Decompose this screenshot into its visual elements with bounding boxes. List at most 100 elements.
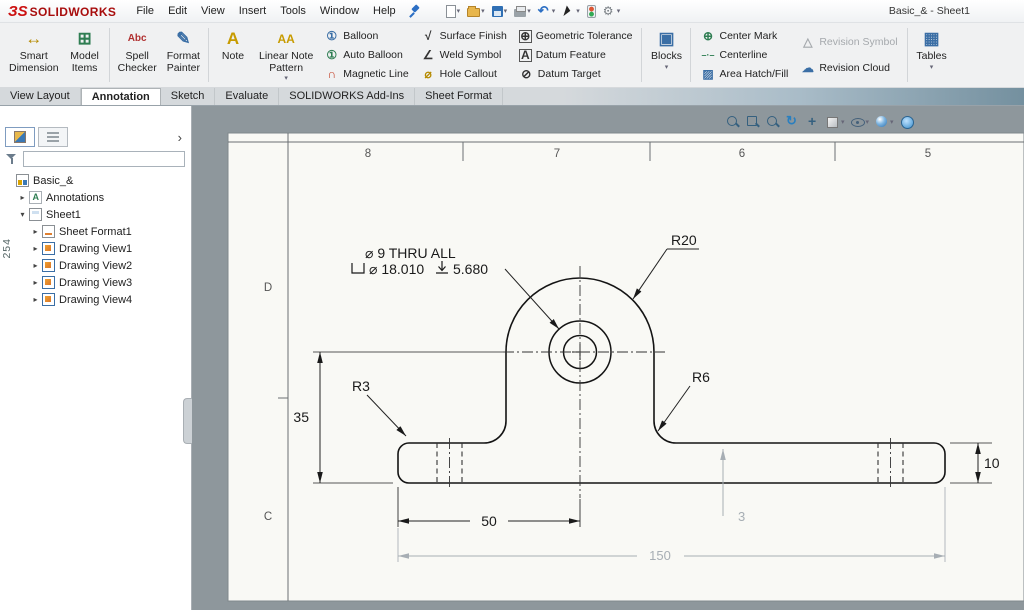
dropdown-arrow-icon[interactable]: ▾ [841,118,845,126]
tables-button[interactable]: ▦Tables▾ [911,25,953,85]
dimension-150[interactable]: 150 [649,548,671,563]
select-button[interactable]: ▾ [560,4,582,19]
tab-sheet-format[interactable]: Sheet Format [415,88,503,105]
auto-balloon-button[interactable]: ①Auto Balloon [322,46,410,64]
tree-caret-icon[interactable]: ▸ [30,227,41,236]
centerline-button[interactable]: –·–Centerline [698,46,790,64]
print-button[interactable]: ▾ [512,5,533,18]
dimension-35[interactable]: 35 [293,409,309,425]
tree-item-drawing-view4[interactable]: ▸Drawing View4 [0,291,191,308]
dropdown-arrow-icon[interactable]: ▾ [481,7,485,15]
depth-callout-text[interactable]: 5.680 [453,261,488,277]
format-painter-button[interactable]: ✎FormatPainter [162,25,205,85]
menu-window[interactable]: Window [313,2,366,20]
geometric-tolerance-button[interactable]: ⊕Geometric Tolerance [517,27,635,45]
propertymanager-tab[interactable] [38,127,68,147]
pin-icon[interactable] [408,4,421,19]
surface-finish-button[interactable]: √Surface Finish [419,27,509,45]
dimension-10[interactable]: 10 [984,455,1000,471]
dropdown-arrow-icon[interactable]: ▾ [930,63,934,71]
sheet-paper[interactable] [228,133,1024,601]
spell-checker-button[interactable]: AbcSpellChecker [113,25,162,85]
tree-item-sheet1[interactable]: ▾Sheet1 [0,206,191,223]
options-button[interactable]: ▾ [601,4,623,19]
counterbore-callout-text[interactable]: ⌀ 18.010 [369,261,424,277]
hole-callout-text[interactable]: ⌀ 9 THRU ALL [365,245,456,261]
revision-cloud-button[interactable]: ☁Revision Cloud [798,59,899,77]
tree-item-drawing-view2[interactable]: ▸Drawing View2 [0,257,191,274]
open-document-button[interactable]: ▾ [465,4,487,18]
tree-caret-icon[interactable]: ▸ [30,244,41,253]
smart-dimension-button[interactable]: ↔SmartDimension [4,25,64,85]
featuremanager-tab[interactable] [5,127,35,147]
menu-file[interactable]: File [129,2,161,20]
tree-item-drawing-view1[interactable]: ▸Drawing View1 [0,240,191,257]
blocks-button[interactable]: ▣Blocks▾ [645,25,687,85]
drawing-canvas[interactable]: 8 7 6 5 D C [192,106,1024,610]
filter-funnel-icon[interactable] [6,153,18,166]
hide-show-button[interactable]: ▾ [851,113,870,131]
dropdown-arrow-icon[interactable]: ▾ [866,118,870,126]
zoom-in-out-button[interactable] [766,113,780,131]
radius-r6-label[interactable]: R6 [692,369,710,385]
menu-insert[interactable]: Insert [232,2,274,20]
new-document-button[interactable]: ▾ [444,4,463,19]
dropdown-arrow-icon[interactable]: ▾ [504,7,508,15]
hole-callout-button[interactable]: ⌀Hole Callout [419,65,509,83]
dimension-3[interactable]: 3 [738,509,745,524]
dropdown-arrow-icon[interactable]: ▾ [284,74,288,82]
tab-annotation[interactable]: Annotation [81,88,161,105]
tree-item-drawing-view3[interactable]: ▸Drawing View3 [0,274,191,291]
linear-note-pattern-button[interactable]: AALinear NotePattern▾ [254,25,318,85]
dropdown-arrow-icon[interactable]: ▾ [457,7,461,15]
graphics-area[interactable]: 8 7 6 5 D C [192,106,1024,610]
dropdown-arrow-icon[interactable]: ▾ [665,63,669,71]
display-style-button[interactable]: ▾ [826,113,845,131]
tab-view-layout[interactable]: View Layout [0,88,81,105]
rebuild-button[interactable] [585,4,598,19]
tree-filter-input[interactable] [23,151,185,167]
zoom-area-button[interactable] [746,113,760,131]
balloon-button[interactable]: ①Balloon [322,27,410,45]
edit-appearance-button[interactable]: ▾ [875,113,894,131]
tab-sketch[interactable]: Sketch [161,88,216,105]
tree-item-basic[interactable]: Basic_& [0,172,191,189]
dropdown-arrow-icon[interactable]: ▾ [527,7,531,15]
dropdown-arrow-icon[interactable]: ▾ [890,118,894,126]
pan-button[interactable] [806,113,820,131]
tab-evaluate[interactable]: Evaluate [215,88,279,105]
radius-r20-label[interactable]: R20 [671,232,697,248]
menu-view[interactable]: View [194,2,232,20]
dimension-50[interactable]: 50 [481,513,497,529]
center-mark-button[interactable]: ⊕Center Mark [698,27,790,45]
view-scene-button[interactable] [900,113,914,131]
magnetic-line-button[interactable]: ∩Magnetic Line [322,65,410,83]
area-hatch-fill-button[interactable]: ▨Area Hatch/Fill [698,65,790,83]
panel-splitter-handle[interactable] [183,398,192,444]
tab-solidworks-add-ins[interactable]: SOLIDWORKS Add-Ins [279,88,415,105]
tree-caret-icon[interactable]: ▸ [30,261,41,270]
rotate-view-button[interactable] [786,113,800,131]
menu-help[interactable]: Help [366,2,403,20]
tree-item-sheet-format1[interactable]: ▸Sheet Format1 [0,223,191,240]
tree-caret-icon[interactable]: ▸ [30,278,41,287]
panel-expand-arrow[interactable]: › [174,130,186,145]
radius-r3-label[interactable]: R3 [352,378,370,394]
undo-button[interactable]: ▾ [536,4,558,19]
menu-edit[interactable]: Edit [161,2,194,20]
weld-symbol-button[interactable]: ∠Weld Symbol [419,46,509,64]
tree-caret-icon[interactable]: ▸ [17,193,28,202]
revision-symbol-button[interactable]: △Revision Symbol [798,33,899,51]
menu-tools[interactable]: Tools [273,2,313,20]
model-items-button[interactable]: ⊞ModelItems [64,25,106,85]
dropdown-arrow-icon[interactable]: ▾ [617,7,621,15]
datum-feature-button[interactable]: ADatum Feature [517,46,635,64]
tree-caret-icon[interactable]: ▸ [30,295,41,304]
dropdown-arrow-icon[interactable]: ▾ [576,7,580,15]
note-button[interactable]: ANote [212,25,254,85]
tree-caret-icon[interactable]: ▾ [17,210,28,219]
dropdown-arrow-icon[interactable]: ▾ [552,7,556,15]
tree-item-annotations[interactable]: ▸Annotations [0,189,191,206]
save-button[interactable]: ▾ [490,4,510,18]
datum-target-button[interactable]: ⊘Datum Target [517,65,635,83]
